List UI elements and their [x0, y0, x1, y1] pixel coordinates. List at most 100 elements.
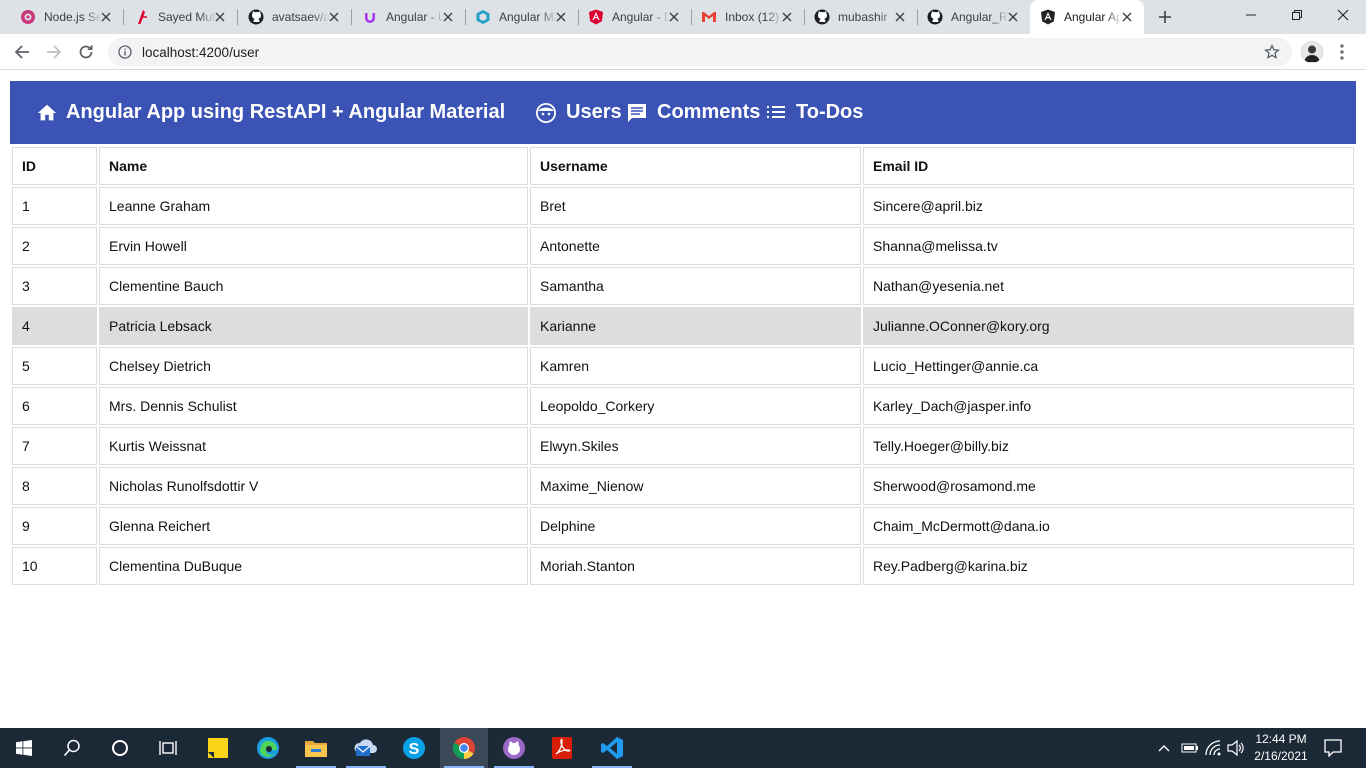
close-window-button[interactable] — [1320, 0, 1366, 30]
cell-email: Shanna@melissa.tv — [863, 227, 1354, 265]
reload-icon — [79, 45, 93, 59]
browser-tab[interactable]: Inbox (12) — [691, 0, 805, 34]
address-url[interactable]: localhost:4200/user — [142, 45, 259, 60]
cortana-icon — [112, 740, 128, 756]
search-icon — [63, 739, 80, 757]
browser-menu-button[interactable] — [1336, 42, 1348, 62]
close-tab-icon[interactable] — [1120, 10, 1134, 24]
task-view-button[interactable] — [144, 728, 192, 768]
browser-tab[interactable]: Angular App — [1030, 0, 1144, 34]
nav-comments[interactable]: Comments — [625, 81, 760, 144]
browser-tab[interactable]: Node.js Sequelize — [10, 0, 124, 34]
cell-id: 9 — [12, 507, 97, 545]
close-tab-icon[interactable] — [441, 10, 455, 24]
table-row[interactable]: 8 Nicholas Runolfsdottir V Maxime_Nienow Sh… — [12, 467, 1354, 505]
cell-username: Moriah.Stanton — [530, 547, 861, 585]
cell-username: Maxime_Nienow — [530, 467, 861, 505]
table-row[interactable]: 9 Glenna Reichert Delphine Chaim_McDermott@… — [12, 507, 1354, 545]
close-tab-icon[interactable] — [327, 10, 341, 24]
bookmark-star-icon[interactable] — [1264, 44, 1280, 60]
close-tab-icon[interactable] — [667, 10, 681, 24]
svg-text:S: S — [409, 741, 420, 758]
minimize-button[interactable] — [1228, 0, 1274, 30]
taskbar-acrobat[interactable] — [538, 728, 586, 768]
cell-name: Clementina DuBuque — [99, 547, 528, 585]
tab-title: Angular - Udemy — [386, 10, 444, 24]
taskbar-chrome[interactable] — [440, 728, 488, 768]
taskbar-mail[interactable] — [342, 728, 390, 768]
nav-users[interactable]: Users — [534, 81, 622, 144]
windows-taskbar: S 12:44 PM 2/16/2021 — [0, 728, 1366, 768]
close-tab-icon[interactable] — [780, 10, 794, 24]
forward-button[interactable] — [42, 40, 66, 64]
cell-name: Patricia Lebsack — [99, 307, 528, 345]
taskbar-vscode[interactable] — [588, 728, 636, 768]
tab-title: Angular App — [1064, 10, 1122, 24]
cell-name: Leanne Graham — [99, 187, 528, 225]
tab-title: Sayed Mubashir — [158, 10, 216, 24]
back-arrow-icon — [14, 45, 29, 59]
table-row[interactable]: 2 Ervin Howell Antonette Shanna@melissa.tv — [12, 227, 1354, 265]
browser-tab[interactable]: Angular - Docs — [578, 0, 692, 34]
taskbar-clock[interactable]: 12:44 PM 2/16/2021 — [1248, 731, 1314, 765]
taskbar-file-explorer[interactable] — [292, 728, 340, 768]
reload-button[interactable] — [74, 40, 98, 64]
cell-username: Kamren — [530, 347, 861, 385]
new-tab-button[interactable] — [1154, 6, 1176, 28]
cell-username: Antonette — [530, 227, 861, 265]
nav-todos[interactable]: To-Dos — [764, 81, 863, 144]
cell-id: 6 — [12, 387, 97, 425]
browser-toolbar: localhost:4200/user — [0, 34, 1366, 70]
table-row[interactable]: 6 Mrs. Dennis Schulist Leopoldo_Corkery Kar… — [12, 387, 1354, 425]
list-icon — [767, 105, 785, 118]
close-tab-icon[interactable] — [213, 10, 227, 24]
cell-id: 8 — [12, 467, 97, 505]
home-link[interactable]: Angular App using RestAPI + Angular Mate… — [36, 81, 505, 144]
clock-date: 2/16/2021 — [1254, 749, 1308, 763]
search-button[interactable] — [48, 728, 96, 768]
close-tab-icon[interactable] — [554, 10, 568, 24]
browser-tab[interactable]: mubashir — [804, 0, 918, 34]
site-info-icon[interactable] — [118, 45, 132, 59]
table-row[interactable]: 10 Clementina DuBuque Moriah.Stanton Rey.Pa… — [12, 547, 1354, 585]
cell-email: Sherwood@rosamond.me — [863, 467, 1354, 505]
profile-avatar[interactable] — [1301, 41, 1323, 63]
browser-tab[interactable]: Angular Material — [465, 0, 579, 34]
close-tab-icon[interactable] — [99, 10, 113, 24]
table-row[interactable]: 1 Leanne Graham Bret Sincere@april.biz — [12, 187, 1354, 225]
back-button[interactable] — [10, 40, 34, 64]
taskbar-edge[interactable] — [244, 728, 292, 768]
volume-button[interactable] — [1226, 728, 1246, 768]
browser-tab[interactable]: avatsaev/angular — [238, 0, 352, 34]
address-bar[interactable]: localhost:4200/user — [108, 38, 1292, 66]
close-tab-icon[interactable] — [893, 10, 907, 24]
restore-button[interactable] — [1274, 0, 1320, 30]
close-tab-icon[interactable] — [1006, 10, 1020, 24]
forward-arrow-icon — [47, 45, 62, 59]
cell-email: Lucio_Hettinger@annie.ca — [863, 347, 1354, 385]
table-row[interactable]: 3 Clementine Bauch Samantha Nathan@yesenia.… — [12, 267, 1354, 305]
table-row[interactable]: 4 Patricia Lebsack Karianne Julianne.OConne… — [12, 307, 1354, 345]
taskbar-sticky-notes[interactable] — [194, 728, 242, 768]
browser-tab[interactable]: Sayed Mubashir — [124, 0, 238, 34]
cell-id: 7 — [12, 427, 97, 465]
show-hidden-icons-button[interactable] — [1156, 728, 1172, 768]
vscode-icon — [601, 737, 623, 759]
folder-icon — [305, 741, 327, 757]
network-button[interactable] — [1204, 728, 1224, 768]
gmail-icon — [701, 9, 717, 25]
action-center-button[interactable] — [1320, 728, 1346, 768]
column-header-email: Email ID — [863, 147, 1354, 185]
start-button[interactable] — [0, 728, 48, 768]
taskbar-skype[interactable]: S — [390, 728, 438, 768]
taskbar-github-desktop[interactable] — [490, 728, 538, 768]
angular-icon — [588, 9, 604, 25]
cortana-button[interactable] — [96, 728, 144, 768]
table-row[interactable]: 7 Kurtis Weissnat Elwyn.Skiles Telly.Hoeger… — [12, 427, 1354, 465]
browser-tab[interactable]: Angular_RestAPI — [917, 0, 1030, 34]
browser-tab[interactable]: Angular - Udemy — [352, 0, 466, 34]
battery-button[interactable] — [1180, 728, 1200, 768]
github-icon — [248, 9, 264, 25]
table-row[interactable]: 5 Chelsey Dietrich Kamren Lucio_Hettinger@a… — [12, 347, 1354, 385]
cell-username: Bret — [530, 187, 861, 225]
